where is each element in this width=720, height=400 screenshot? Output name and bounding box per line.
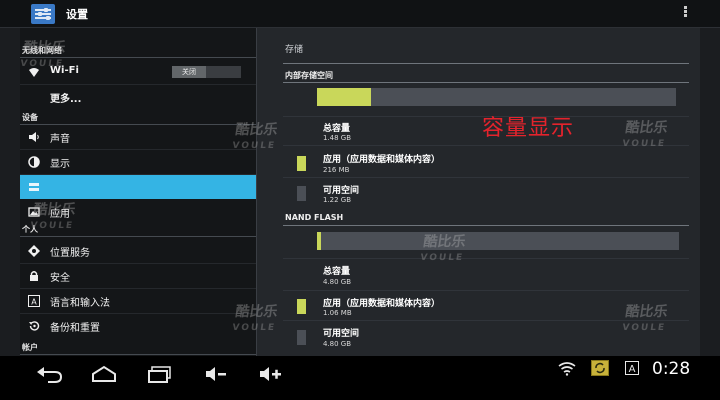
recent-apps-icon[interactable] bbox=[146, 364, 174, 384]
back-icon[interactable] bbox=[36, 364, 64, 384]
watermark-mark: 酷比乐 bbox=[624, 120, 669, 136]
watermark-logo: 酷比乐 VOULE bbox=[17, 38, 69, 78]
section-divider bbox=[283, 225, 689, 226]
menu-item-label: 声音 bbox=[50, 134, 70, 145]
volume-down-icon[interactable] bbox=[204, 364, 232, 384]
internal-total-value: 1.48 GB bbox=[323, 134, 352, 142]
watermark-sub: VOULE bbox=[29, 221, 75, 231]
status-clock[interactable]: 0:28 bbox=[652, 359, 690, 379]
menu-item-more[interactable]: 更多... bbox=[20, 85, 256, 109]
menu-item-security[interactable]: 安全 bbox=[20, 264, 256, 288]
usage-bar-fill bbox=[317, 232, 321, 250]
nand-flash-header: NAND FLASH bbox=[285, 213, 344, 222]
watermark-sub: VOULE bbox=[19, 59, 65, 69]
capacity-display-annotation: 容量显示 bbox=[482, 116, 575, 141]
section-divider bbox=[283, 82, 689, 83]
watermark-logo: 酷比乐 VOULE bbox=[229, 302, 281, 342]
sync-notification-icon[interactable] bbox=[591, 360, 609, 376]
section-account: 帐户 bbox=[22, 343, 38, 352]
nand-apps-label: 应用（应用数据和媒体内容） bbox=[323, 299, 441, 309]
watermark-mark: 酷比乐 bbox=[234, 304, 279, 320]
free-color-swatch bbox=[297, 330, 306, 345]
storage-icon bbox=[29, 183, 39, 191]
nand-free-label: 可用空间 bbox=[323, 329, 360, 339]
brightness-icon bbox=[28, 156, 40, 168]
watermark-logo: 酷比乐 VOULE bbox=[229, 120, 281, 160]
apps-color-swatch bbox=[297, 156, 306, 171]
internal-apps-value: 216 MB bbox=[323, 166, 350, 174]
nand-free-value: 4.80 GB bbox=[323, 340, 352, 348]
internal-total-label: 总容量 bbox=[323, 124, 351, 134]
wifi-toggle-switch[interactable]: 关闭 bbox=[172, 66, 241, 78]
menu-item-label: 位置服务 bbox=[50, 248, 90, 259]
nand-flash-usage-bar bbox=[317, 232, 679, 250]
menu-item-label: 语言和输入法 bbox=[50, 298, 110, 309]
settings-app-icon[interactable] bbox=[31, 4, 55, 24]
location-icon bbox=[28, 245, 40, 257]
action-bar: 设置 bbox=[0, 0, 720, 28]
watermark-logo: 酷比乐 VOULE bbox=[619, 302, 671, 342]
internal-apps-label: 应用（应用数据和媒体内容） bbox=[323, 155, 441, 165]
nand-total-value: 4.80 GB bbox=[323, 278, 352, 286]
item-divider bbox=[283, 258, 689, 259]
keyboard-letter-icon: A bbox=[28, 295, 40, 307]
menu-item-storage-selected[interactable] bbox=[20, 175, 256, 199]
system-bar: A 0:28 bbox=[0, 356, 720, 400]
pane-title: 存储 bbox=[285, 45, 304, 55]
wifi-status-icon bbox=[558, 362, 576, 376]
watermark-mark: 酷比乐 bbox=[422, 234, 467, 250]
free-color-swatch bbox=[297, 186, 306, 201]
section-divider bbox=[20, 354, 256, 355]
watermark-mark: 酷比乐 bbox=[624, 304, 669, 320]
wifi-toggle-label: 关闭 bbox=[172, 66, 206, 78]
item-divider bbox=[283, 290, 689, 291]
lock-icon bbox=[30, 271, 38, 281]
menu-item-location[interactable]: 位置服务 bbox=[20, 239, 256, 263]
internal-free-value: 1.22 GB bbox=[323, 196, 352, 204]
usage-bar-fill bbox=[317, 88, 371, 106]
speaker-icon bbox=[29, 132, 39, 142]
watermark-mark: 酷比乐 bbox=[32, 202, 77, 218]
menu-item-language[interactable]: A 语言和输入法 bbox=[20, 289, 256, 313]
watermark-sub: VOULE bbox=[621, 323, 667, 333]
keyboard-notification-icon[interactable]: A bbox=[625, 361, 639, 375]
menu-item-label: 安全 bbox=[50, 273, 70, 284]
watermark-sub: VOULE bbox=[231, 141, 277, 151]
nand-total-label: 总容量 bbox=[323, 267, 351, 277]
watermark-mark: 酷比乐 bbox=[234, 122, 279, 138]
internal-storage-header: 内部存储空间 bbox=[285, 71, 333, 80]
svg-text:A: A bbox=[629, 364, 636, 375]
menu-item-label: 备份和重置 bbox=[50, 323, 100, 334]
watermark-logo: 酷比乐 VOULE bbox=[417, 232, 469, 272]
watermark-sub: VOULE bbox=[419, 253, 465, 263]
internal-storage-usage-bar bbox=[317, 88, 676, 106]
menu-item-display[interactable]: 显示 bbox=[20, 150, 256, 174]
svg-text:A: A bbox=[31, 298, 37, 307]
apps-color-swatch bbox=[297, 299, 306, 314]
home-icon[interactable] bbox=[90, 364, 118, 384]
menu-item-backup[interactable]: 备份和重置 bbox=[20, 314, 256, 338]
overflow-menu-icon[interactable] bbox=[682, 6, 688, 20]
section-device: 设备 bbox=[22, 113, 38, 122]
watermark-mark: 酷比乐 bbox=[22, 40, 67, 56]
volume-up-icon[interactable] bbox=[258, 364, 286, 384]
watermark-logo: 酷比乐 VOULE bbox=[27, 200, 79, 240]
watermark-sub: VOULE bbox=[621, 139, 667, 149]
menu-item-label: 更多... bbox=[50, 94, 82, 105]
app-title: 设置 bbox=[66, 8, 88, 21]
item-divider bbox=[283, 177, 689, 178]
menu-item-label: 显示 bbox=[50, 159, 70, 170]
title-divider bbox=[283, 63, 689, 64]
watermark-logo: 酷比乐 VOULE bbox=[619, 118, 671, 158]
nand-apps-value: 1.06 MB bbox=[323, 309, 352, 317]
menu-item-sound[interactable]: 声音 bbox=[20, 125, 256, 149]
settings-screen: 设置 无线和网络 Wi-Fi 关闭 更多... 设备 声音 显示 应用 个人 位… bbox=[0, 0, 720, 400]
internal-free-label: 可用空间 bbox=[323, 186, 360, 196]
watermark-sub: VOULE bbox=[231, 323, 277, 333]
backup-restore-icon bbox=[29, 321, 40, 331]
